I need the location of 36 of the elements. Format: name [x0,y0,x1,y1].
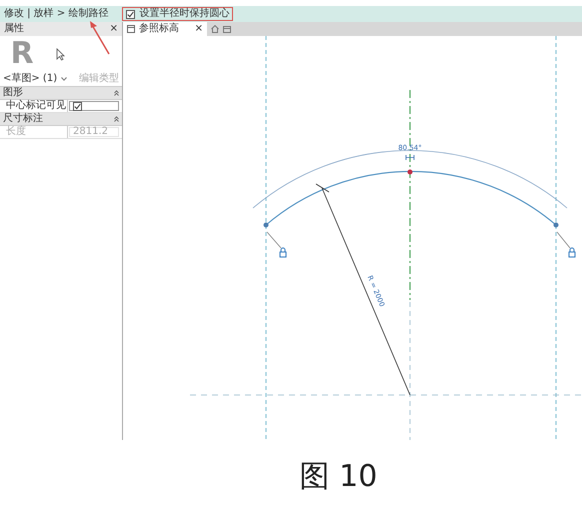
tab-close-button[interactable]: × [194,23,203,35]
collapse-icon[interactable] [114,90,119,96]
close-button[interactable]: × [110,23,118,35]
tab-label: 参照标高 [139,23,179,35]
home-icon[interactable] [211,25,219,33]
property-label: 中心标记可见 [0,100,68,112]
collapse-icon[interactable] [114,116,119,122]
checkbox[interactable] [126,10,136,18]
midpoint-dot[interactable] [408,170,412,174]
view-tab[interactable]: 参照标高 × [123,22,207,36]
endpoint-dot[interactable] [554,222,558,228]
leader-line [266,232,282,248]
ribbon-breadcrumb: 修改 | 放样 > 绘制路径 [4,8,108,20]
type-logo: R [9,37,35,71]
leader-line [556,232,570,248]
type-dropdown[interactable]: <草图> (1) [3,73,68,85]
property-value-field[interactable] [69,101,119,111]
dimension-tick-icon [406,154,414,160]
figure-caption: 图 10 [300,458,378,494]
group-header: 尺寸标注 [3,113,43,125]
group-header: 图形 [3,87,23,99]
cursor-icon [56,48,65,60]
property-label: 长度 [0,126,68,138]
endpoint-dot[interactable] [264,222,268,228]
chevron-icon [61,77,68,81]
option-checkbox[interactable]: 设置半径时保持圆心 [122,7,234,21]
dropdown-value: <草图> (1) [3,73,58,85]
window-icon[interactable] [223,25,231,33]
lock-icon[interactable] [280,248,286,258]
view-icon [127,25,135,33]
annotation-arrow [88,20,112,56]
checkbox-label: 设置半径时保持圆心 [139,8,230,20]
property-value: 2811.2 [69,127,119,137]
panel-title: 属性 [4,23,24,35]
checkbox[interactable] [73,102,82,110]
lock-icon[interactable] [568,248,576,258]
